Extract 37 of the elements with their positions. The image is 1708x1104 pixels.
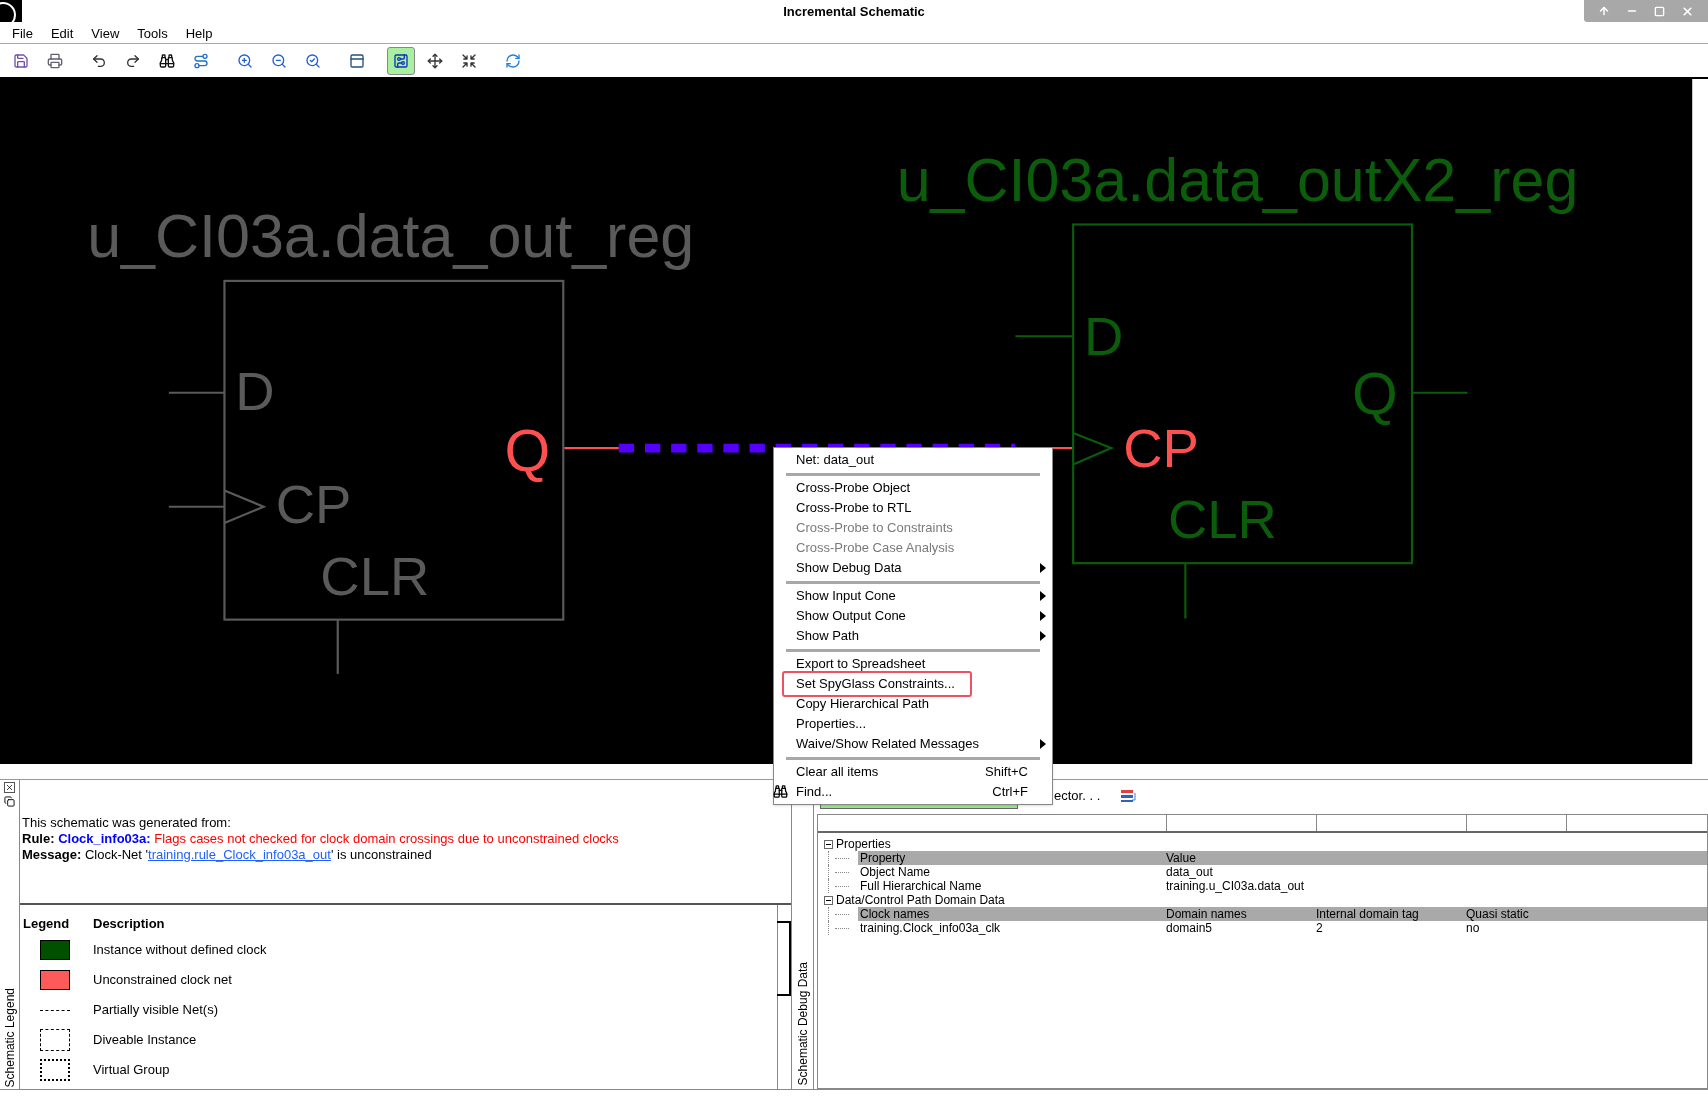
legend-description: Instance without defined clock (93, 941, 267, 960)
instance-name: u_CI03a.data_out_reg (87, 202, 695, 270)
info-text: This schematic was generated from: (22, 815, 232, 831)
pin-label: D (235, 361, 275, 423)
table-cell-text: Full Hierarchical Name (859, 879, 983, 893)
legend-description: Partially visible Net(s) (93, 1001, 218, 1020)
table-cell-text: Value (1165, 851, 1197, 865)
table-cell-text: training.u_CI03a.data_out (1165, 879, 1306, 893)
rule-text: Rule: Clock_info03a: Flags cases not checked for clock domain crossings due to unconstrained clocks (22, 831, 620, 847)
instance-name: u_CI03a.data_outX2_reg (896, 145, 1579, 214)
menu-header: Net: data_out (795, 451, 876, 469)
table-cell-text: Domain names (1165, 907, 1248, 921)
selector-label: ector. . . (1054, 787, 1101, 806)
window-title: Incremental Schematic (783, 3, 925, 22)
message-text: Message: Clock-Net 'training.rule_Clock_info03a_out' is unconstrained (22, 847, 433, 863)
pin-label: Q (1352, 361, 1398, 427)
table-cell-text: 2 (1315, 921, 1324, 935)
table-cell-text: training.Clock_info03a_clk (859, 921, 1002, 935)
legend-description: Diveable Instance (93, 1031, 197, 1050)
pin-label: Q (504, 418, 551, 483)
table-cell-text: Clock names (859, 907, 931, 921)
legend-description: Virtual Group (93, 1061, 170, 1080)
pin-label: CLR (1167, 489, 1277, 551)
table-cell-text: Quasi static (1465, 907, 1530, 921)
table-cell-text: domain5 (1165, 921, 1214, 935)
legend-description: Unconstrained clock net (93, 971, 232, 990)
pin-label: CP (1123, 417, 1199, 479)
column-header: Description (93, 915, 165, 934)
pin-label: CLR (320, 545, 430, 607)
column-header: Legend (23, 915, 71, 934)
table-cell-text: Object Name (859, 865, 932, 879)
table-cell-text: Internal domain tag (1315, 907, 1420, 921)
table-cell-text: data_out (1165, 865, 1214, 879)
pin-label: CP (275, 474, 352, 535)
table-cell-text: no (1465, 921, 1481, 935)
pin-label: D (1084, 305, 1124, 367)
table-cell-text: Property (859, 851, 907, 865)
